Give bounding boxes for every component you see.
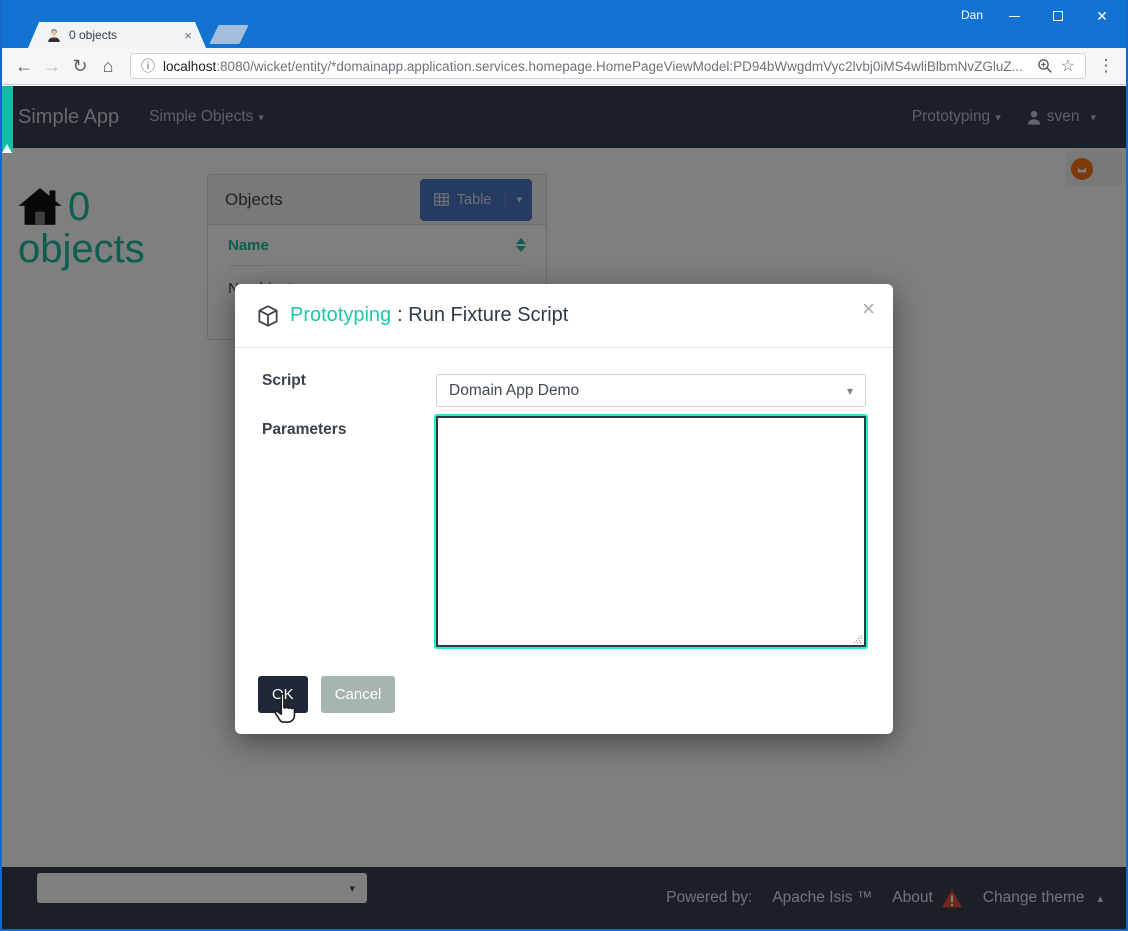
dialog-title-accent: Prototyping (290, 304, 391, 326)
url-host: localhost (163, 59, 216, 74)
script-label: Script (262, 372, 306, 390)
window-maximize-button[interactable] (1036, 2, 1080, 30)
browser-menu-button[interactable]: ⋮ (1094, 56, 1118, 76)
forward-button[interactable]: → (38, 52, 66, 80)
parameters-label: Parameters (262, 421, 346, 439)
bookmark-star-icon[interactable]: ☆ (1061, 56, 1075, 76)
url-text: localhost:8080/wicket/entity/*domainapp.… (163, 59, 1029, 74)
script-select[interactable]: Domain App Demo ▾ (436, 374, 866, 407)
fixture-cube-icon (255, 303, 281, 329)
web-page: Simple App Simple Objects▾ Prototyping▾ … (2, 86, 1126, 929)
run-fixture-script-dialog: Prototyping : Run Fixture Script × Script… (235, 284, 893, 734)
maximize-icon (1053, 11, 1063, 21)
favicon-avatar-icon (46, 27, 62, 43)
tab-title: 0 objects (69, 28, 184, 42)
progress-stripe (2, 86, 13, 153)
script-select-value: Domain App Demo (449, 382, 579, 400)
new-tab-button[interactable] (209, 25, 248, 44)
cancel-button[interactable]: Cancel (321, 676, 396, 713)
browser-toolbar: ← → ↻ ⌂ ⓘ localhost:8080/wicket/entity/*… (2, 48, 1126, 85)
dialog-header: Prototyping : Run Fixture Script × (235, 284, 893, 348)
dialog-title-rest: : Run Fixture Script (397, 304, 568, 326)
hand-cursor-icon (270, 693, 300, 725)
back-button[interactable]: ← (10, 52, 38, 80)
minimize-icon (1009, 16, 1020, 17)
window-minimize-button[interactable] (992, 2, 1036, 30)
browser-titlebar: Dan ✕ 0 objects × (2, 0, 1126, 48)
parameters-textarea[interactable] (436, 416, 866, 647)
zoom-icon[interactable] (1037, 58, 1053, 74)
stripe-arrow-icon (2, 144, 12, 153)
tab-close-button[interactable]: × (184, 29, 192, 42)
home-button[interactable]: ⌂ (94, 52, 122, 80)
chevron-down-icon: ▾ (847, 384, 853, 398)
address-bar[interactable]: ⓘ localhost:8080/wicket/entity/*domainap… (130, 53, 1086, 79)
chrome-profile-name[interactable]: Dan (961, 8, 983, 22)
close-icon: ✕ (1096, 9, 1108, 23)
url-path: :8080/wicket/entity/*domainapp.applicati… (216, 59, 1023, 74)
window-close-button[interactable]: ✕ (1080, 2, 1124, 30)
page-info-icon[interactable]: ⓘ (141, 56, 155, 76)
reload-button[interactable]: ↻ (66, 52, 94, 80)
browser-window: Dan ✕ 0 objects × ← → ↻ ⌂ ⓘ localhost:80… (0, 0, 1128, 931)
browser-tab[interactable]: 0 objects × (28, 22, 206, 48)
dialog-title: Prototyping : Run Fixture Script (290, 304, 568, 327)
dialog-close-button[interactable]: × (862, 296, 875, 322)
